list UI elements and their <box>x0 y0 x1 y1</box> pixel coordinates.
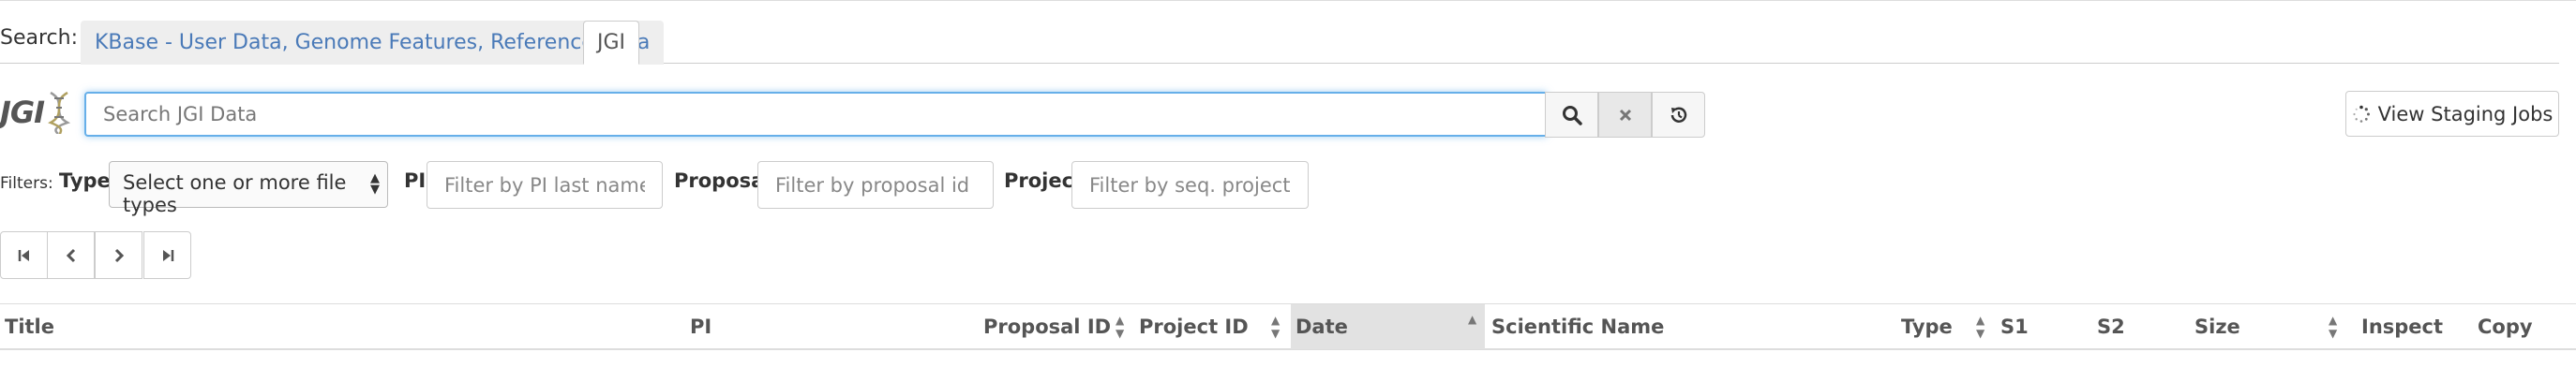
column-header-scientific-name[interactable]: Scientific Name <box>1491 304 1664 349</box>
column-header-date[interactable]: Date <box>1295 304 1348 349</box>
column-header-proposal-id[interactable]: Proposal ID <box>983 304 1111 349</box>
jgi-logo-text: JGI <box>0 95 45 130</box>
column-header-inspect[interactable]: Inspect <box>2361 304 2443 349</box>
type-filter-value: Select one or more file types <box>123 171 347 216</box>
sort-ascending-icon: ▲ <box>1468 313 1477 326</box>
sort-icon: ▲ ▼ <box>1116 314 1125 340</box>
history-icon <box>1670 107 1686 123</box>
chevron-right-icon <box>114 248 124 262</box>
chevron-left-icon <box>66 248 75 262</box>
jgi-search-input[interactable] <box>84 92 1547 137</box>
spinner-icon <box>2353 105 2370 123</box>
tab-kbase[interactable]: KBase - User Data, Genome Features, Refe… <box>81 21 665 65</box>
column-header-size[interactable]: Size <box>2194 304 2240 349</box>
column-header-copy[interactable]: Copy <box>2478 304 2533 349</box>
column-header-type[interactable]: Type <box>1901 304 1953 349</box>
sort-icon: ▲ ▼ <box>1271 314 1281 340</box>
first-page-button[interactable] <box>0 231 48 279</box>
pi-filter-input[interactable] <box>427 161 663 209</box>
project-filter-input[interactable] <box>1071 161 1309 209</box>
column-header-project-id[interactable]: Project ID <box>1139 304 1249 349</box>
results-table-header: Title PI Proposal ID ▲ ▼ Project ID ▲ ▼ Da… <box>0 303 2576 350</box>
proposal-filter-label: Proposal <box>674 169 771 192</box>
close-icon <box>1619 109 1631 121</box>
type-filter-label: Type <box>59 169 111 192</box>
filters-label: Filters: <box>0 174 53 193</box>
column-header-pi[interactable]: PI <box>690 304 711 349</box>
next-page-button[interactable] <box>95 231 142 279</box>
search-button[interactable] <box>1545 92 1598 138</box>
last-page-icon <box>162 249 173 261</box>
reset-search-button[interactable] <box>1652 92 1705 138</box>
sort-icon: ▲ ▼ <box>1976 314 1985 340</box>
first-page-icon <box>18 249 29 261</box>
previous-page-button[interactable] <box>47 231 95 279</box>
column-header-title[interactable]: Title <box>5 304 54 349</box>
proposal-filter-input[interactable] <box>757 161 994 209</box>
view-staging-jobs-label: View Staging Jobs <box>2377 102 2554 125</box>
search-icon <box>1562 105 1582 125</box>
type-filter-select[interactable]: Select one or more file types ▲ ▼ <box>109 161 388 216</box>
search-tabs: Search: KBase - User Data, Genome Featur… <box>0 17 2559 65</box>
sort-icon: ▲ ▼ <box>2329 314 2338 340</box>
tab-jgi[interactable]: JGI <box>583 21 640 65</box>
last-page-button[interactable] <box>143 231 191 279</box>
view-staging-jobs-button[interactable]: View Staging Jobs <box>2345 91 2559 137</box>
top-divider <box>0 0 2576 1</box>
pi-filter-label: PI <box>404 169 427 192</box>
column-header-s1[interactable]: S1 <box>2000 304 2029 349</box>
clear-search-button[interactable] <box>1598 92 1652 138</box>
jgi-logo: JGI <box>0 91 75 138</box>
select-arrows-icon: ▲ ▼ <box>370 171 380 197</box>
search-label: Search: <box>0 26 78 50</box>
dna-helix-icon <box>48 91 71 134</box>
column-header-s2[interactable]: S2 <box>2097 304 2125 349</box>
